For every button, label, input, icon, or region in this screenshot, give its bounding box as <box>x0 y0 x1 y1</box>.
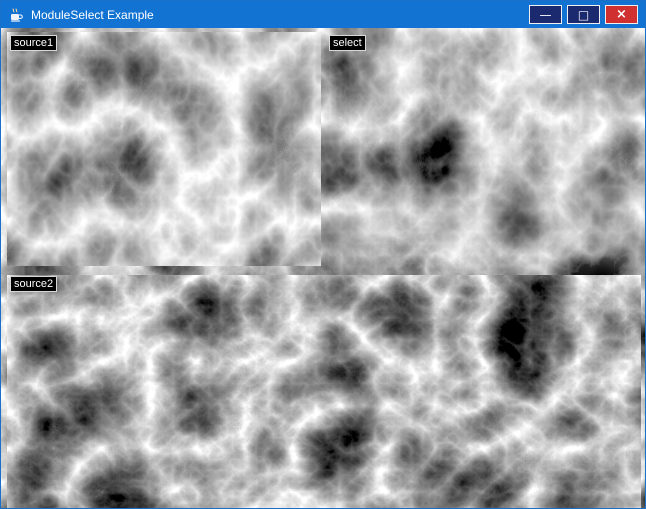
render-client-area: source1 select source2 <box>1 28 645 508</box>
close-button[interactable]: × <box>605 5 638 24</box>
maximize-icon: □ <box>578 9 589 21</box>
close-icon: × <box>616 8 627 21</box>
source1-noise-image <box>7 32 321 266</box>
label-source2: source2 <box>10 276 57 292</box>
minimize-icon: — <box>540 9 552 21</box>
source2-noise-image <box>7 275 641 508</box>
window-title: ModuleSelect Example <box>31 8 154 22</box>
app-icon <box>8 7 24 23</box>
window-controls: — □ × <box>529 5 645 24</box>
maximize-button[interactable]: □ <box>567 5 600 24</box>
label-source1: source1 <box>10 35 57 51</box>
titlebar[interactable]: ModuleSelect Example — □ × <box>1 1 645 28</box>
minimize-button[interactable]: — <box>529 5 562 24</box>
application-window: ModuleSelect Example — □ × <box>0 0 646 509</box>
label-select: select <box>329 35 366 51</box>
